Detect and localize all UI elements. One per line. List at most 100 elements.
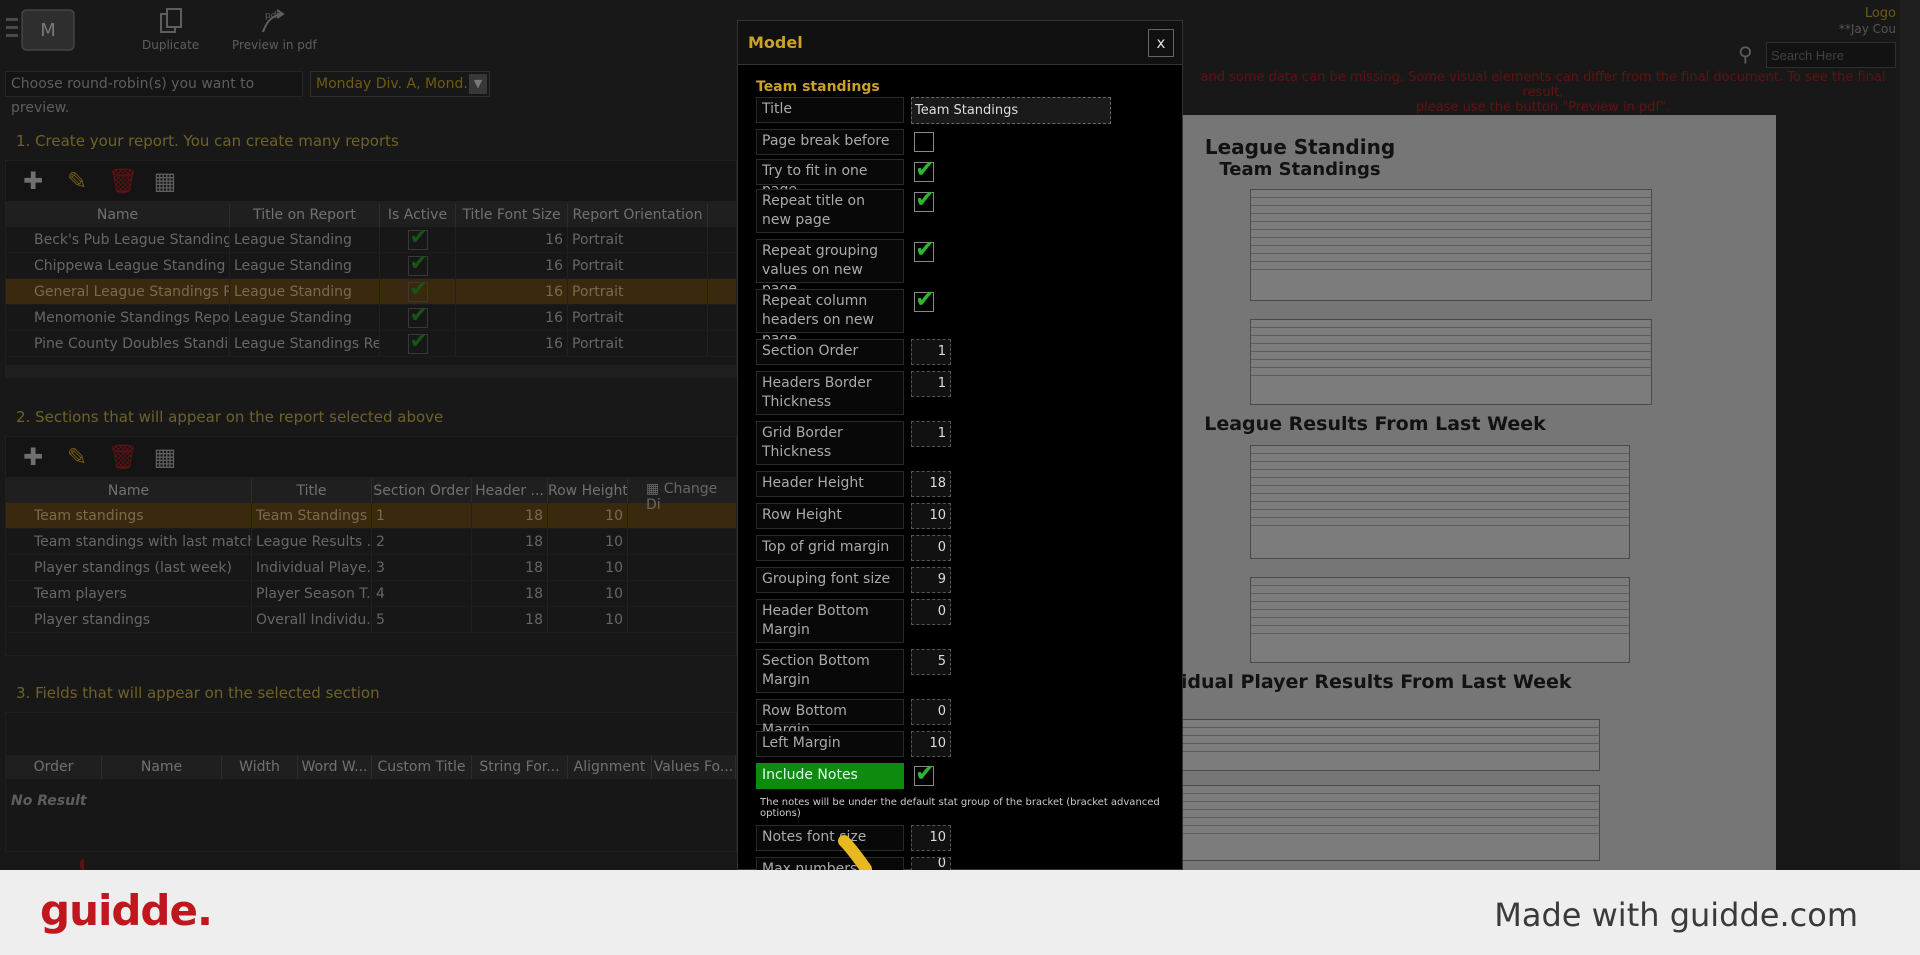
column-name[interactable]: Name — [6, 203, 230, 227]
table-row[interactable]: Team standings with last match League Res… — [6, 529, 736, 555]
active-checkbox[interactable] — [380, 253, 456, 278]
delete-icon[interactable]: 🗑 — [108, 168, 138, 194]
notes-font-input[interactable]: 10 — [911, 825, 951, 851]
grid-border-input[interactable]: 1 — [911, 421, 951, 447]
cell-font-size: 16 — [456, 331, 568, 356]
include-notes-checkbox[interactable] — [914, 759, 935, 787]
horizontal-scrollbar[interactable] — [6, 365, 736, 377]
repeat-headers-checkbox[interactable] — [914, 285, 935, 313]
preview-table-3 — [1250, 445, 1630, 559]
columns-icon[interactable]: ▦ — [152, 444, 178, 470]
table-row[interactable]: Menomonie Standings Report League Standin… — [6, 305, 736, 331]
table-row[interactable]: Player standings Overall Individu... 5 18 10 — [6, 607, 736, 633]
duplicate-button[interactable]: Duplicate — [142, 6, 199, 52]
header-bottom-input[interactable]: 0 — [911, 599, 951, 625]
preview-pdf-button[interactable]: pdf Preview in pdf — [232, 6, 317, 52]
notification-badge: 15 — [80, 858, 84, 870]
column-name[interactable]: Name — [102, 755, 222, 779]
header-height-input[interactable]: 18 — [911, 471, 951, 497]
top-margin-input[interactable]: 0 — [911, 535, 951, 561]
include-notes-label: Include Notes — [756, 763, 904, 789]
dialog-title: Model — [748, 33, 803, 52]
column-row-height[interactable]: Row Height — [548, 479, 628, 503]
column-section-order[interactable]: Section Order — [372, 479, 472, 503]
column-name[interactable]: Name — [6, 479, 252, 503]
column-custom-title[interactable]: Custom Title — [372, 755, 472, 779]
table-row[interactable]: Beck's Pub League Standing... League Stan… — [6, 227, 736, 253]
search-icon[interactable]: ⚲ — [1738, 42, 1753, 66]
column-title[interactable]: Title — [252, 479, 372, 503]
column-string-format[interactable]: String For... — [472, 755, 568, 779]
max-numbers-input[interactable]: 0 — [911, 857, 951, 870]
add-icon[interactable]: ✚ — [20, 168, 46, 194]
roundrobin-select[interactable]: Monday Div. A, Mond... ▼ — [310, 71, 490, 97]
top-margin-label: Top of grid margin — [756, 535, 904, 561]
change-display-button[interactable]: ▦ Change Di — [646, 481, 736, 513]
column-word-wrap[interactable]: Word W... — [298, 755, 372, 779]
edit-icon[interactable]: ✎ — [64, 444, 90, 470]
table-row-selected[interactable]: General League Standings RepoLeague Stan… — [6, 279, 736, 305]
vertical-scrollbar[interactable] — [1900, 0, 1920, 870]
repeat-grouping-checkbox[interactable] — [914, 235, 935, 263]
cell-orientation: Portrait — [568, 305, 708, 330]
page-break-checkbox[interactable] — [914, 132, 934, 152]
cell-title: Overall Individu... — [252, 607, 372, 632]
left-margin-input[interactable]: 10 — [911, 731, 951, 757]
row-bottom-input[interactable]: 0 — [911, 699, 951, 725]
active-checkbox[interactable] — [380, 227, 456, 252]
section-order-input[interactable]: 1 — [911, 339, 951, 365]
close-button[interactable]: x — [1148, 29, 1174, 57]
svg-text:M: M — [40, 20, 56, 41]
table-row[interactable]: Player standings (last week) Individual P… — [6, 555, 736, 581]
column-values-format[interactable]: Values Fo... — [652, 755, 736, 779]
cell-row-height: 10 — [548, 529, 628, 554]
column-title-font-size[interactable]: Title Font Size — [456, 203, 568, 227]
column-width[interactable]: Width — [222, 755, 298, 779]
repeat-title-checkbox[interactable] — [914, 185, 935, 213]
table-row-selected[interactable]: Team standings Team Standings 1 18 10 — [6, 503, 736, 529]
column-order[interactable]: Order — [6, 755, 102, 779]
cell-title: League Standing — [230, 253, 380, 278]
fit-page-checkbox[interactable] — [914, 155, 935, 183]
table-row[interactable]: Chippewa League Standing ... League Stand… — [6, 253, 736, 279]
chevron-down-icon[interactable]: ▼ — [469, 74, 487, 94]
headers-border-input[interactable]: 1 — [911, 371, 951, 397]
search-input[interactable] — [1766, 42, 1896, 68]
column-alignment[interactable]: Alignment — [568, 755, 652, 779]
cursor-highlight-icon — [838, 835, 872, 870]
cell-font-size: 16 — [456, 279, 568, 304]
checkmark-icon — [407, 331, 428, 355]
table-row[interactable]: Pine County Doubles Standi... League Stan… — [6, 331, 736, 357]
cell-row-height: 10 — [548, 607, 628, 632]
column-is-active[interactable]: Is Active — [380, 203, 456, 227]
cell-name: Chippewa League Standing ... — [6, 253, 230, 278]
active-checkbox[interactable] — [380, 331, 456, 356]
sections-header: Name Title Section Order Header ... Row … — [6, 479, 736, 503]
add-icon[interactable]: ✚ — [20, 444, 46, 470]
column-header[interactable]: Header ... — [472, 479, 548, 503]
section-bottom-input[interactable]: 5 — [911, 649, 951, 675]
preview-table-5 — [1180, 719, 1600, 771]
active-checkbox[interactable] — [380, 279, 456, 304]
checkmark-icon — [407, 305, 428, 329]
active-checkbox[interactable] — [380, 305, 456, 330]
app-logo-icon[interactable]: M — [4, 4, 78, 56]
column-title-on-report[interactable]: Title on Report — [230, 203, 380, 227]
row-height-input[interactable]: 10 — [911, 503, 951, 529]
edit-icon[interactable]: ✎ — [64, 168, 90, 194]
notification-widget[interactable]: 15 — [44, 858, 84, 870]
fields-panel-title: 3. Fields that will appear on the select… — [16, 684, 380, 702]
preview-subtitle: Team Standings — [1219, 159, 1381, 180]
grouping-font-input[interactable]: 9 — [911, 567, 951, 593]
made-with-guidde: Made with guidde.com — [1494, 896, 1858, 934]
table-row[interactable]: Team players Player Season T... 4 18 10 — [6, 581, 736, 607]
checkmark-icon — [407, 227, 428, 251]
cell-title: League Standing — [230, 227, 380, 252]
delete-icon[interactable]: 🗑 — [108, 444, 138, 470]
cell-font-size: 16 — [456, 227, 568, 252]
columns-icon[interactable]: ▦ — [152, 168, 178, 194]
cell-header: 18 — [472, 555, 548, 580]
logout-link[interactable]: Logo — [1865, 6, 1896, 21]
column-report-orientation[interactable]: Report Orientation — [568, 203, 708, 227]
title-input[interactable]: Team Standings — [911, 97, 1111, 124]
